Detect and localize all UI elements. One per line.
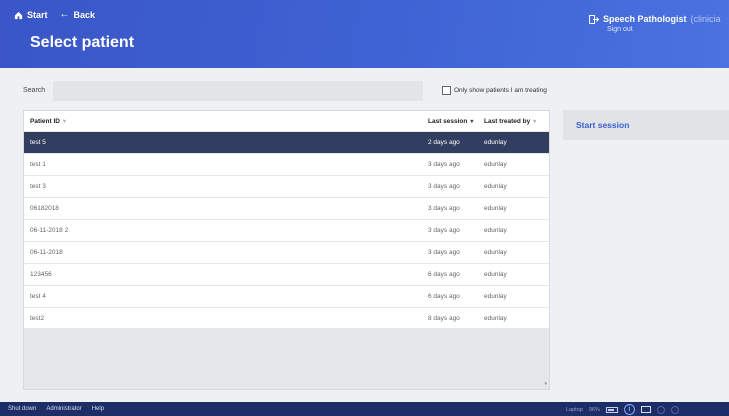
last-treated-by-cell: edunlay	[484, 161, 507, 168]
last-session-cell: 3 days ago	[428, 205, 460, 212]
last-session-cell: 3 days ago	[428, 161, 460, 168]
taskbar: Shut down Administrator Help Laptop 96% …	[0, 402, 729, 416]
keyboard-icon[interactable]	[640, 406, 651, 413]
last-session-cell: 2 days ago	[428, 139, 460, 146]
search-input[interactable]	[53, 81, 423, 101]
table-row[interactable]: 06-11-2018 2 3 days ago edunlay	[24, 219, 549, 241]
last-session-cell: 3 days ago	[428, 183, 460, 190]
column-label: Last treated by	[484, 118, 531, 125]
patient-id-cell: 123456	[30, 271, 52, 278]
sign-out-link[interactable]: Sign out	[607, 26, 729, 33]
table-row[interactable]: 123456 6 days ago edunlay	[24, 263, 549, 285]
search-label: Search	[23, 87, 46, 94]
last-session-cell: 3 days ago	[428, 227, 460, 234]
patient-id-cell: test 1	[30, 161, 46, 168]
back-label: Back	[73, 10, 96, 20]
settings-icon[interactable]	[656, 405, 665, 414]
last-treated-by-cell: edunlay	[484, 139, 507, 146]
column-label: Patient ID	[30, 118, 60, 125]
last-treated-by-cell: edunlay	[484, 183, 507, 190]
user-area: Speech Pathologist (clinicia Sign out	[589, 14, 729, 33]
battery-percent: 96%	[588, 406, 600, 413]
only-my-patients-toggle[interactable]: Only show patients I am treating	[442, 86, 547, 95]
patient-id-cell: 06182018	[30, 205, 59, 212]
table-header: Patient ID ▾ Last session ▾ Last treated…	[24, 111, 549, 131]
user-account[interactable]: Speech Pathologist (clinicia	[589, 14, 729, 24]
last-session-cell: 6 days ago	[428, 271, 460, 278]
administrator-button[interactable]: Administrator	[46, 406, 81, 412]
only-my-patients-checkbox[interactable]	[442, 86, 451, 95]
page-title: Select patient	[30, 34, 135, 51]
info-icon[interactable]: i	[623, 404, 635, 415]
sort-descending-icon: ▾	[470, 119, 474, 125]
table-row[interactable]: test 1 3 days ago edunlay	[24, 153, 549, 175]
column-header-last-session[interactable]: Last session ▾	[428, 118, 473, 125]
last-treated-by-cell: edunlay	[484, 293, 507, 300]
help-button[interactable]: Help	[92, 406, 104, 412]
system-tray: Laptop 96% i	[566, 404, 679, 415]
last-treated-by-cell: edunlay	[484, 249, 507, 256]
patient-id-cell: 06-11-2018	[30, 249, 63, 256]
app-header: Start ← Back Select patient Speech Patho…	[0, 0, 729, 68]
user-role: (clinicia	[690, 14, 721, 24]
table-row[interactable]: test 5 2 days ago edunlay	[24, 131, 549, 153]
back-nav-button[interactable]: ← Back	[59, 9, 96, 21]
start-label: Start	[27, 10, 48, 20]
top-nav: Start ← Back	[14, 10, 95, 20]
battery-icon	[605, 406, 618, 413]
column-label: Last session	[428, 118, 468, 125]
patient-id-cell: test 3	[30, 183, 46, 190]
start-nav-button[interactable]: Start	[14, 10, 48, 20]
last-treated-by-cell: edunlay	[484, 205, 507, 212]
device-label: Laptop	[566, 406, 583, 413]
user-name: Speech Pathologist	[603, 14, 687, 24]
scroll-down-icon[interactable]: ▾	[544, 381, 547, 387]
patient-id-cell: 06-11-2018 2	[30, 227, 69, 234]
home-icon	[14, 11, 23, 19]
last-treated-by-cell: edunlay	[484, 227, 507, 234]
back-arrow-icon: ←	[59, 9, 70, 20]
sort-icon: ▾	[62, 119, 66, 125]
patient-table: Patient ID ▾ Last session ▾ Last treated…	[23, 110, 550, 390]
side-panel: Start session	[563, 110, 729, 140]
start-session-button[interactable]: Start session	[576, 120, 629, 130]
patient-id-cell: test 4	[30, 293, 46, 300]
last-treated-by-cell: edunlay	[484, 271, 507, 278]
power-icon[interactable]	[670, 405, 679, 414]
table-row[interactable]: test2 8 days ago edunlay	[24, 307, 549, 329]
only-my-patients-label: Only show patients I am treating	[454, 87, 547, 94]
table-row[interactable]: test 4 6 days ago edunlay	[24, 285, 549, 307]
column-header-patient-id[interactable]: Patient ID ▾	[30, 118, 66, 125]
patient-id-cell: test2	[30, 315, 45, 322]
column-header-last-treated-by[interactable]: Last treated by ▾	[484, 118, 536, 125]
last-session-cell: 8 days ago	[428, 315, 460, 322]
sign-out-icon	[589, 14, 599, 24]
last-treated-by-cell: edunlay	[484, 315, 507, 322]
last-session-cell: 6 days ago	[428, 293, 460, 300]
last-session-cell: 3 days ago	[428, 249, 460, 256]
patient-id-cell: test 5	[30, 139, 46, 146]
sort-icon: ▾	[533, 119, 537, 125]
taskbar-menu: Shut down Administrator Help	[8, 406, 104, 412]
table-row[interactable]: 06-11-2018 3 days ago edunlay	[24, 241, 549, 263]
table-row[interactable]: test 3 3 days ago edunlay	[24, 175, 549, 197]
shut-down-button[interactable]: Shut down	[8, 406, 36, 412]
table-row[interactable]: 06182018 3 days ago edunlay	[24, 197, 549, 219]
